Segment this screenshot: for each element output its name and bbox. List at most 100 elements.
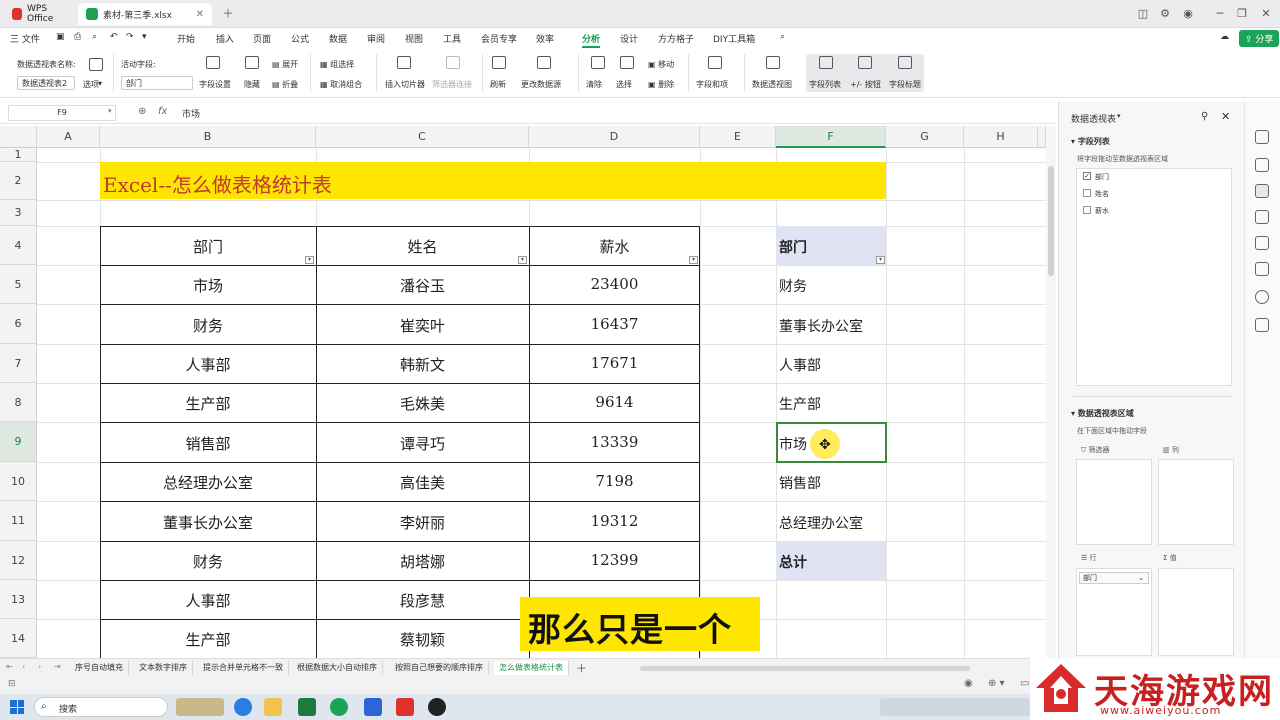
table-cell[interactable]: 人事部 <box>100 590 316 611</box>
row-field-chip[interactable]: 部门 ⌄ <box>1079 572 1149 584</box>
cursor-tool-icon[interactable] <box>1255 130 1269 144</box>
group-selection-button[interactable]: ▦ 组选择 <box>320 59 354 70</box>
table-cell[interactable]: 人事部 <box>100 354 316 375</box>
menu-tools[interactable]: 工具 <box>443 32 461 45</box>
first-sheet-icon[interactable]: ⇤ <box>6 662 13 671</box>
select-all-corner[interactable] <box>0 126 37 148</box>
zoom-icon[interactable]: ⊕ <box>138 106 146 117</box>
cloud-icon[interactable]: ☁ <box>1220 32 1229 42</box>
horizontal-scrollbar[interactable] <box>640 666 970 671</box>
expand-button[interactable]: ▤ 展开 <box>272 59 298 70</box>
row-header-1[interactable]: 1 <box>0 148 37 162</box>
close-window-icon[interactable]: ✕ <box>1258 6 1274 22</box>
options-button[interactable]: 选项 <box>83 79 99 90</box>
tray-icons[interactable] <box>880 698 1030 716</box>
tools-icon[interactable] <box>1255 236 1269 250</box>
table-cell[interactable]: 19312 <box>529 512 700 530</box>
row-header-12[interactable]: 12 <box>0 541 37 580</box>
pivot-header[interactable]: 部门 <box>776 237 886 257</box>
function-icon[interactable]: fx <box>158 106 167 117</box>
pivot-row-item[interactable]: 财务 <box>776 276 886 296</box>
pivot-row-item[interactable]: 销售部 <box>776 473 886 493</box>
header-name[interactable]: 姓名 <box>316 236 529 257</box>
spreadsheet-grid[interactable]: A B C D E F G H 1 2 3 4 5 6 7 8 9 10 11 … <box>0 126 1046 658</box>
macro-icon[interactable]: ⊟ <box>8 679 16 689</box>
table-cell[interactable]: 生产部 <box>100 393 316 414</box>
menu-data[interactable]: 数据 <box>329 32 347 45</box>
new-tab-icon[interactable]: ＋ <box>220 6 236 22</box>
column-header-c[interactable]: C <box>316 126 529 148</box>
row-header-11[interactable]: 11 <box>0 501 37 541</box>
options-dropdown-icon[interactable]: ▾ <box>98 79 102 88</box>
table-cell[interactable]: 李妍丽 <box>316 512 529 533</box>
sheet-tab[interactable]: 提示合并单元格不一致 <box>198 661 289 675</box>
taskbar-search[interactable]: ⌕ 搜索 <box>34 697 168 717</box>
table-cell[interactable]: 财务 <box>100 551 316 572</box>
row-header-3[interactable]: 3 <box>0 200 37 226</box>
pivot-filter-dropdown-icon[interactable]: ▾ <box>876 256 885 264</box>
header-salary[interactable]: 薪水 <box>529 236 700 257</box>
scrollbar-thumb[interactable] <box>1048 166 1054 276</box>
filter-dropdown-icon[interactable]: ▾ <box>305 256 314 264</box>
field-settings-button[interactable]: 字段设置 <box>199 79 231 90</box>
more-tools-icon[interactable] <box>1255 318 1269 332</box>
help-icon[interactable] <box>1255 290 1269 304</box>
pivot-chart-button[interactable]: 数据透视图 <box>752 79 792 90</box>
field-headers-button[interactable]: 字段标题 <box>889 79 921 90</box>
fields-items-button[interactable]: 字段和项 <box>696 79 728 90</box>
pivot-row-item[interactable]: 生产部 <box>776 394 886 414</box>
row-header-8[interactable]: 8 <box>0 383 37 422</box>
widget-icon[interactable] <box>176 698 224 716</box>
row-header-6[interactable]: 6 <box>0 304 37 344</box>
style-icon[interactable] <box>1255 158 1269 172</box>
table-cell[interactable]: 生产部 <box>100 629 316 650</box>
row-header-4[interactable]: 4 <box>0 226 37 265</box>
preview-icon[interactable]: ⌕ <box>92 32 97 42</box>
wechat-icon[interactable] <box>330 698 348 716</box>
table-cell[interactable]: 潘谷玉 <box>316 275 529 296</box>
sheet-tab[interactable]: 根据数据大小自动排序 <box>292 661 383 675</box>
table-cell[interactable]: 9614 <box>529 393 700 411</box>
table-cell[interactable]: 市场 <box>100 275 316 296</box>
plus-minus-button[interactable]: +/- 按钮 <box>850 79 881 90</box>
field-list-button[interactable]: 字段列表 <box>809 79 841 90</box>
last-sheet-icon[interactable]: ⇥ <box>54 662 61 671</box>
chip-dropdown-icon[interactable]: ⌄ <box>1138 573 1144 583</box>
table-cell[interactable]: 蔡韧颖 <box>316 629 529 650</box>
collapse-button[interactable]: ▤ 折叠 <box>272 79 298 90</box>
menu-review[interactable]: 审阅 <box>367 32 385 45</box>
change-source-button[interactable]: 更改数据源 <box>521 79 561 90</box>
close-tab-icon[interactable]: ✕ <box>196 9 204 20</box>
menu-diy[interactable]: DIY工具箱 <box>713 32 755 45</box>
filter-connections-button[interactable]: 筛选器连接 <box>432 79 472 90</box>
sheet-tab-active[interactable]: 怎么做表格统计表 <box>494 661 569 675</box>
table-cell[interactable]: 12399 <box>529 551 700 569</box>
column-header-a[interactable]: A <box>37 126 100 148</box>
filter-drop-zone[interactable] <box>1076 459 1152 545</box>
column-header-f[interactable]: F <box>776 126 886 148</box>
row-header-13[interactable]: 13 <box>0 580 37 619</box>
print-icon[interactable]: ⎙ <box>74 32 81 42</box>
table-cell[interactable]: 财务 <box>100 315 316 336</box>
refresh-button[interactable]: 刷新 <box>490 79 506 90</box>
field-checkbox-name[interactable] <box>1083 189 1091 197</box>
table-cell[interactable]: 7198 <box>529 472 700 490</box>
menu-member[interactable]: 会员专享 <box>481 32 517 45</box>
start-icon[interactable] <box>10 700 24 714</box>
search-icon[interactable]: ⌕ <box>780 32 785 42</box>
pivot-row-item[interactable]: 人事部 <box>776 355 886 375</box>
save-icon[interactable]: ▣ <box>56 32 65 42</box>
header-department[interactable]: 部门 <box>100 236 316 257</box>
row-header-2[interactable]: 2 <box>0 162 37 200</box>
menu-efficiency[interactable]: 效率 <box>536 32 554 45</box>
maximize-icon[interactable]: ❐ <box>1234 6 1250 22</box>
avatar[interactable]: ◉ <box>1180 6 1196 22</box>
table-cell[interactable]: 总经理办公室 <box>100 472 316 493</box>
pivot-row-item[interactable]: 董事长办公室 <box>776 316 886 336</box>
menu-design[interactable]: 设计 <box>620 32 638 45</box>
table-cell[interactable]: 董事长办公室 <box>100 512 316 533</box>
table-cell[interactable]: 毛姝美 <box>316 393 529 414</box>
menu-insert[interactable]: 插入 <box>216 32 234 45</box>
sheet-title[interactable]: Excel--怎么做表格统计表 <box>103 169 332 198</box>
row-header-9[interactable]: 9 <box>0 422 37 462</box>
